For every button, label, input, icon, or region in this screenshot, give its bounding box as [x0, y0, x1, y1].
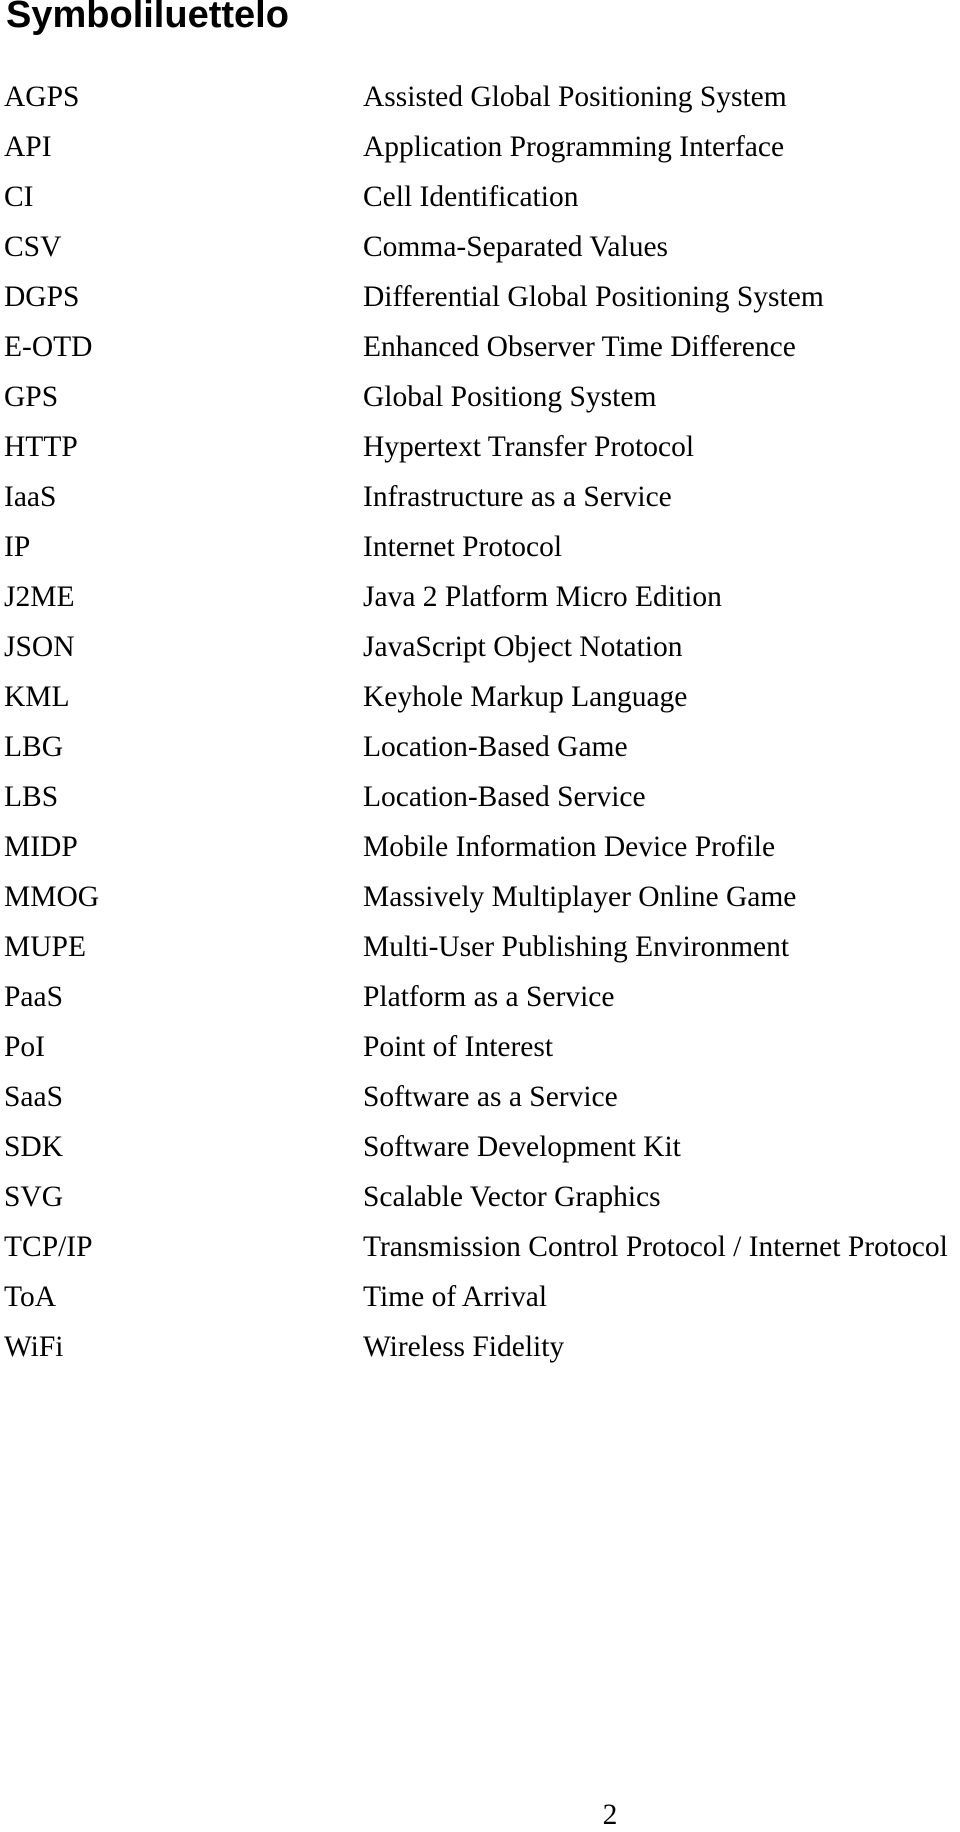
symbol-row: LBG Location-Based Game — [0, 730, 960, 780]
symbol-expansion: Internet Protocol — [363, 531, 563, 563]
symbol-expansion: Multi-User Publishing Environment — [363, 931, 790, 963]
symbol-expansion: Hypertext Transfer Protocol — [363, 431, 695, 463]
symbol-row: ToA Time of Arrival — [0, 1280, 960, 1330]
symbol-expansion: Scalable Vector Graphics — [363, 1181, 661, 1213]
symbol-expansion: Location-Based Game — [363, 731, 628, 763]
symbol-expansion: Keyhole Markup Language — [363, 681, 688, 713]
symbol-row: J2ME Java 2 Platform Micro Edition — [0, 580, 960, 630]
symbol-abbreviation: LBS — [4, 781, 59, 813]
symbol-row: API Application Programming Interface — [0, 130, 960, 180]
symbol-row: IaaS Infrastructure as a Service — [0, 480, 960, 530]
symbol-expansion: Comma-Separated Values — [363, 231, 669, 263]
symbol-expansion: Wireless Fidelity — [363, 1331, 565, 1363]
symbol-abbreviation: DGPS — [4, 281, 80, 313]
symbol-expansion: Java 2 Platform Micro Edition — [363, 581, 722, 613]
symbol-abbreviation: CSV — [4, 231, 62, 263]
symbol-expansion: Mobile Information Device Profile — [363, 831, 776, 863]
symbol-expansion: Infrastructure as a Service — [363, 481, 672, 513]
symbol-abbreviation: WiFi — [4, 1331, 64, 1363]
symbol-expansion: Enhanced Observer Time Difference — [363, 331, 796, 363]
symbol-abbreviation: MIDP — [4, 831, 78, 863]
symbol-abbreviation: MMOG — [4, 881, 100, 913]
symbol-row: GPS Global Positiong System — [0, 380, 960, 430]
symbol-expansion: Assisted Global Positioning System — [363, 81, 787, 113]
symbol-expansion: Platform as a Service — [363, 981, 615, 1013]
symbol-abbreviation: PoI — [4, 1031, 45, 1063]
symbol-abbreviation: SVG — [4, 1181, 64, 1213]
page-number: 2 — [602, 1799, 618, 1831]
symbol-row: TCP/IP Transmission Control Protocol / In… — [0, 1230, 960, 1280]
symbol-abbreviation: AGPS — [4, 81, 80, 113]
symbol-row: WiFi Wireless Fidelity — [0, 1330, 960, 1380]
symbol-expansion: Time of Arrival — [363, 1281, 548, 1313]
symbol-abbreviation: LBG — [4, 731, 63, 763]
symbol-abbreviation: SDK — [4, 1131, 64, 1163]
symbol-row: AGPS Assisted Global Positioning System — [0, 80, 960, 130]
symbol-row: MUPE Multi-User Publishing Environment — [0, 930, 960, 980]
symbol-abbreviation: MUPE — [4, 931, 86, 963]
symbol-abbreviation: HTTP — [4, 431, 78, 463]
symbol-row: LBS Location-Based Service — [0, 780, 960, 830]
symbol-expansion: JavaScript Object Notation — [363, 631, 683, 663]
symbol-abbreviation: JSON — [4, 631, 75, 663]
symbol-row: MMOG Massively Multiplayer Online Game — [0, 880, 960, 930]
symbol-row: JSON JavaScript Object Notation — [0, 630, 960, 680]
symbol-row: E-OTD Enhanced Observer Time Difference — [0, 330, 960, 380]
symbol-row: PaaS Platform as a Service — [0, 980, 960, 1030]
symbol-abbreviation: CI — [4, 181, 34, 213]
symbol-row: KML Keyhole Markup Language — [0, 680, 960, 730]
symbol-row: CI Cell Identification — [0, 180, 960, 230]
symbol-abbreviation: PaaS — [4, 981, 63, 1013]
symbol-abbreviation: ToA — [4, 1281, 57, 1313]
symbol-abbreviation: J2ME — [4, 581, 75, 613]
symbol-expansion: Software Development Kit — [363, 1131, 681, 1163]
symbol-abbreviation: IaaS — [4, 481, 57, 513]
symbol-abbreviation: KML — [4, 681, 70, 713]
symbol-row: SDK Software Development Kit — [0, 1130, 960, 1180]
symbol-abbreviation: API — [4, 131, 52, 163]
symbol-expansion: Software as a Service — [363, 1081, 618, 1113]
symbol-abbreviation: TCP/IP — [4, 1231, 93, 1263]
symbol-expansion: Point of Interest — [363, 1031, 554, 1063]
symbol-row: MIDP Mobile Information Device Profile — [0, 830, 960, 880]
symbol-row: SVG Scalable Vector Graphics — [0, 1180, 960, 1230]
symbol-abbreviation: IP — [4, 531, 31, 563]
symbol-expansion: Differential Global Positioning System — [363, 281, 824, 313]
symbol-expansion: Global Positiong System — [363, 381, 657, 413]
symbol-expansion: Cell Identification — [363, 181, 579, 213]
symbol-abbreviation: SaaS — [4, 1081, 63, 1113]
symbol-expansion: Application Programming Interface — [363, 131, 785, 163]
symbol-abbreviation: GPS — [4, 381, 59, 413]
symbol-expansion: Massively Multiplayer Online Game — [363, 881, 797, 913]
symbol-row: IP Internet Protocol — [0, 530, 960, 580]
symbol-row: HTTP Hypertext Transfer Protocol — [0, 430, 960, 480]
symbol-row: CSV Comma-Separated Values — [0, 230, 960, 280]
symbol-expansion: Transmission Control Protocol / Internet… — [363, 1231, 948, 1263]
page-title: Symboliluettelo — [6, 0, 289, 36]
symbol-abbreviation: E-OTD — [4, 331, 93, 363]
symbol-row: DGPS Differential Global Positioning Syst… — [0, 280, 960, 330]
symbol-expansion: Location-Based Service — [363, 781, 646, 813]
symbol-row: SaaS Software as a Service — [0, 1080, 960, 1130]
symbol-row: PoI Point of Interest — [0, 1030, 960, 1080]
